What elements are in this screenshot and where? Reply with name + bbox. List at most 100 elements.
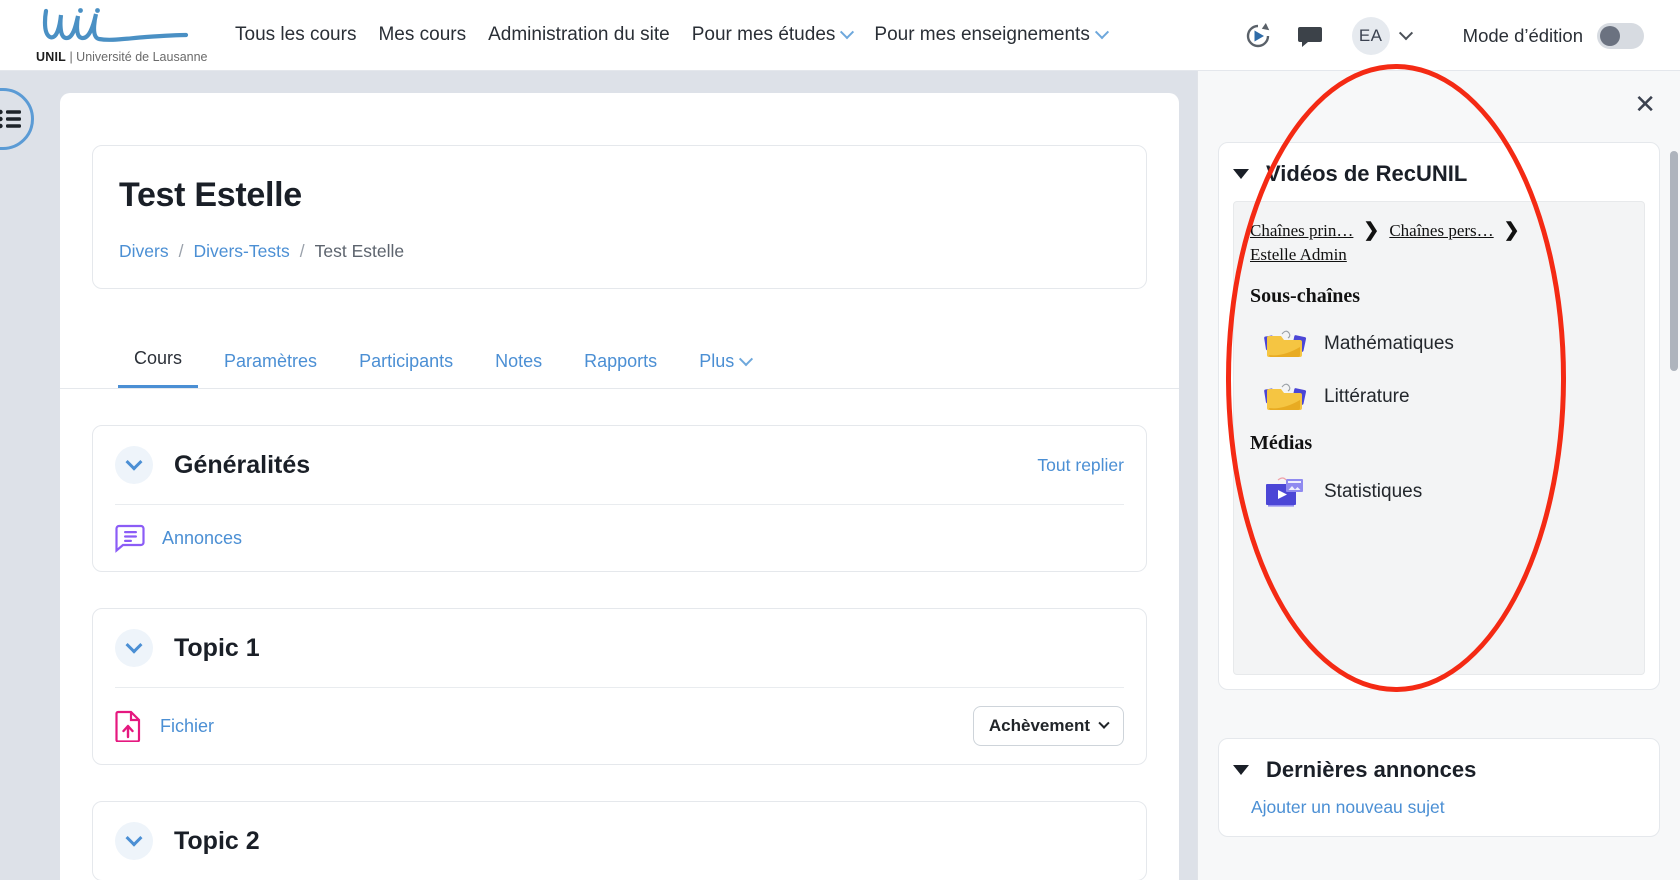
tab-plus[interactable]: Plus — [683, 341, 767, 388]
activity-fichier[interactable]: Fichier Achèvement — [93, 688, 1146, 764]
section-header: Topic 1 — [93, 609, 1146, 687]
video-thumbnail-icon — [1262, 474, 1308, 510]
chevron-down-icon — [1095, 25, 1109, 39]
tab-label: Paramètres — [224, 351, 317, 372]
triangle-down-icon[interactable] — [1233, 169, 1249, 179]
chevron-down-icon — [739, 352, 753, 366]
drawer-scrollbar[interactable] — [1670, 151, 1678, 371]
channel-breadcrumb-item-estelle-admin[interactable]: Estelle Admin — [1250, 245, 1347, 264]
breadcrumb-item-divers[interactable]: Divers — [119, 241, 169, 262]
tab-label: Rapports — [584, 351, 657, 372]
activity-annonces[interactable]: Annonces — [93, 505, 1146, 571]
folder-icon — [1262, 380, 1308, 414]
nav-item-tous-les-cours[interactable]: Tous les cours — [224, 18, 367, 52]
block-header: Dernières annonces — [1219, 757, 1659, 797]
subchannel-litterature[interactable]: Littérature — [1250, 380, 1628, 414]
section-topic-2: Topic 2 — [92, 801, 1147, 880]
tab-notes[interactable]: Notes — [479, 341, 558, 388]
tab-cours[interactable]: Cours — [118, 338, 198, 388]
activity-label[interactable]: Fichier — [160, 716, 214, 737]
section-collapse-toggle[interactable] — [115, 822, 153, 860]
avatar: EA — [1352, 17, 1390, 55]
tab-participants[interactable]: Participants — [343, 341, 469, 388]
add-new-topic-link[interactable]: Ajouter un nouveau sujet — [1219, 797, 1659, 836]
main-content: Test Estelle Divers / Divers-Tests / Tes… — [60, 93, 1179, 880]
channel-breadcrumb-item-personnelles[interactable]: Chaînes pers… — [1389, 221, 1493, 240]
brand-subtitle: UNIL | Université de Lausanne — [36, 50, 216, 64]
course-header-card: Test Estelle Divers / Divers-Tests / Tes… — [92, 145, 1147, 289]
recunil-panel: Chaînes prin…❯Chaînes pers…❯ Estelle Adm… — [1233, 201, 1645, 675]
section-generalites: Généralités Tout replier Annonces — [92, 425, 1147, 572]
block-title: Dernières annonces — [1266, 757, 1476, 783]
triangle-down-icon[interactable] — [1233, 765, 1249, 775]
right-drawer: ✕ Vidéos de RecUNIL Chaînes prin… ❯ Chaîne… — [1197, 71, 1680, 880]
activity-label[interactable]: Annonces — [162, 528, 242, 549]
media-label: Statistiques — [1324, 481, 1422, 503]
course-index-drawer-toggle[interactable] — [0, 88, 34, 150]
close-icon[interactable]: ✕ — [1634, 91, 1656, 117]
chevron-down-icon — [840, 25, 854, 39]
chevron-down-icon — [126, 637, 143, 654]
channel-breadcrumb: Chaînes prin…❯Chaînes pers…❯ Estelle Adm… — [1250, 218, 1628, 267]
subchannel-mathematiques[interactable]: Mathématiques — [1250, 327, 1628, 361]
header-actions: EA Mode d’édition — [1232, 0, 1680, 71]
section-title: Topic 2 — [174, 827, 260, 856]
brand-subtitle-rest: | Université de Lausanne — [66, 50, 208, 64]
breadcrumb: Divers / Divers-Tests / Test Estelle — [119, 241, 1120, 262]
nav-label: Administration du site — [488, 24, 670, 46]
subchannels-heading: Sous-chaînes — [1250, 285, 1628, 308]
completion-dropdown-button[interactable]: Achèvement — [973, 706, 1124, 746]
collapse-all-link[interactable]: Tout replier — [1037, 455, 1124, 476]
block-title: Vidéos de RecUNIL — [1266, 161, 1467, 187]
tab-parametres[interactable]: Paramètres — [208, 341, 333, 388]
nav-item-mes-cours[interactable]: Mes cours — [367, 18, 477, 52]
block-dernieres-annonces: Dernières annonces Ajouter un nouveau su… — [1218, 738, 1660, 837]
nav-label: Pour mes enseignements — [874, 24, 1089, 46]
tab-label: Notes — [495, 351, 542, 372]
media-heading: Médias — [1250, 432, 1628, 455]
nav-item-pour-mes-etudes[interactable]: Pour mes études — [681, 18, 864, 52]
chevron-right-icon: ❯ — [1363, 220, 1379, 241]
nav-item-administration-du-site[interactable]: Administration du site — [477, 18, 681, 52]
block-videos-recunil: Vidéos de RecUNIL Chaînes prin… ❯ Chaînes … — [1218, 142, 1660, 690]
tab-rapports[interactable]: Rapports — [568, 341, 673, 388]
main-navigation: Tous les cours Mes cours Administration … — [224, 18, 1118, 52]
chevron-down-icon — [1399, 26, 1413, 40]
announcement-bubble-icon — [115, 523, 145, 553]
user-menu[interactable]: EA — [1352, 17, 1411, 55]
breadcrumb-item-divers-tests[interactable]: Divers-Tests — [193, 241, 289, 262]
subchannel-label: Mathématiques — [1324, 333, 1454, 355]
section-title: Généralités — [174, 451, 310, 480]
section-collapse-toggle[interactable] — [115, 446, 153, 484]
edit-mode-control[interactable]: Mode d’édition — [1463, 23, 1644, 49]
brand-subtitle-bold: UNIL — [36, 50, 66, 64]
block-header: Vidéos de RecUNIL — [1219, 161, 1659, 201]
nav-item-pour-mes-enseignements[interactable]: Pour mes enseignements — [863, 18, 1117, 52]
chevron-down-icon — [126, 454, 143, 471]
page-title: Test Estelle — [119, 176, 1120, 215]
messages-button[interactable] — [1284, 10, 1336, 62]
section-header: Généralités Tout replier — [93, 426, 1146, 504]
edit-mode-label: Mode d’édition — [1463, 25, 1583, 47]
edit-mode-toggle[interactable] — [1597, 23, 1644, 49]
list-menu-icon — [0, 109, 22, 129]
site-header: UNIL | Université de Lausanne Tous les c… — [0, 0, 1680, 71]
section-topic-1: Topic 1 Fichier Achèvement — [92, 608, 1147, 765]
section-collapse-toggle[interactable] — [115, 629, 153, 667]
nav-label: Pour mes études — [692, 24, 836, 46]
breadcrumb-separator: / — [300, 241, 305, 262]
chevron-down-icon — [1098, 718, 1109, 729]
play-refresh-icon — [1242, 20, 1274, 52]
section-header: Topic 2 — [93, 802, 1146, 880]
section-title: Topic 1 — [174, 634, 260, 663]
media-statistiques[interactable]: Statistiques — [1250, 474, 1628, 510]
tab-label: Cours — [134, 348, 182, 369]
tab-label: Plus — [699, 351, 734, 372]
chat-bubble-icon — [1297, 23, 1323, 49]
completion-label: Achèvement — [989, 716, 1090, 736]
chevron-down-icon — [126, 830, 143, 847]
breadcrumb-item-current: Test Estelle — [315, 241, 404, 262]
brand-logo-block[interactable]: UNIL | Université de Lausanne — [36, 7, 216, 64]
channel-breadcrumb-item-principal[interactable]: Chaînes prin… — [1250, 221, 1353, 240]
recording-button[interactable] — [1232, 10, 1284, 62]
